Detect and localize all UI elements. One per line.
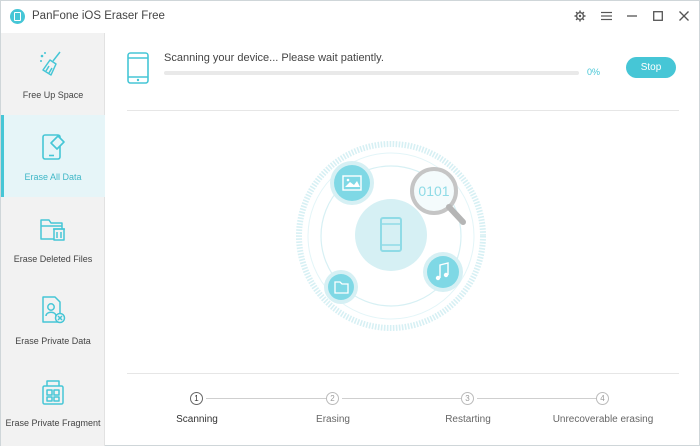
menu-icon[interactable] [599,9,613,23]
main-content: Scanning your device... Please wait pati… [105,33,699,446]
sidebar-item-erase-deleted-files[interactable]: Erase Deleted Files [1,197,105,279]
sidebar-item-erase-private-fragment[interactable]: Erase Private Fragment [1,361,105,443]
sidebar-item-label: Free Up Space [22,90,84,100]
sidebar-item-erase-all-data[interactable]: Erase All Data [1,115,105,197]
step-label-restarting: Restarting [445,414,491,425]
close-icon[interactable] [677,9,691,23]
app-logo-icon [10,9,25,24]
sidebar-item-label: Erase Deleted Files [13,254,93,264]
step-number: 4 [596,392,609,405]
step-connector [477,398,599,399]
maximize-icon[interactable] [651,9,665,23]
scan-status-text: Scanning your device... Please wait pati… [164,52,384,64]
progress-bar [164,71,579,75]
window-controls [573,9,691,23]
progress-steps: 1 2 3 4 Scanning Erasing Restarting Unre… [127,373,679,446]
minimize-icon[interactable] [625,9,639,23]
broom-icon [38,49,68,79]
private-document-icon [38,295,68,325]
step-label-scanning: Scanning [176,414,218,425]
center-phone-icon [355,199,427,271]
sidebar-item-free-up-space[interactable]: Free Up Space [1,33,105,115]
sidebar-item-label: Erase Private Data [15,336,91,346]
step-connector [206,398,329,399]
app-title: PanFone iOS Eraser Free [32,10,165,22]
step-label-unrecoverable-erasing: Unrecoverable erasing [552,414,654,425]
phone-icon [127,52,149,84]
step-number: 1 [190,392,203,405]
stop-button[interactable]: Stop [626,57,676,78]
step-number: 3 [461,392,474,405]
sidebar-item-label: Erase Private Fragment [5,418,101,428]
photo-bubble-icon [330,161,374,205]
music-bubble-icon [423,252,463,292]
sidebar-item-erase-private-data[interactable]: Erase Private Data [1,279,105,361]
scan-status-panel: Scanning your device... Please wait pati… [127,47,679,111]
step-label-erasing: Erasing [316,414,350,425]
sidebar: Free Up Space Erase All Data Erase Delet… [1,33,105,446]
folder-trash-icon [38,213,68,243]
app-window: PanFone iOS Eraser Free Free Up Space Er… [0,0,700,446]
scanning-illustration: 0101 [291,136,491,336]
settings-gear-icon[interactable] [573,9,587,23]
sidebar-item-label: Erase All Data [24,172,82,182]
folder-bubble-icon [324,270,358,304]
title-bar: PanFone iOS Eraser Free [1,1,699,33]
phone-eraser-icon [38,131,68,161]
fragment-icon [38,377,68,407]
step-connector [342,398,464,399]
step-number: 2 [326,392,339,405]
progress-percentage: 0% [587,67,601,77]
binary-text: 0101 [418,183,449,199]
